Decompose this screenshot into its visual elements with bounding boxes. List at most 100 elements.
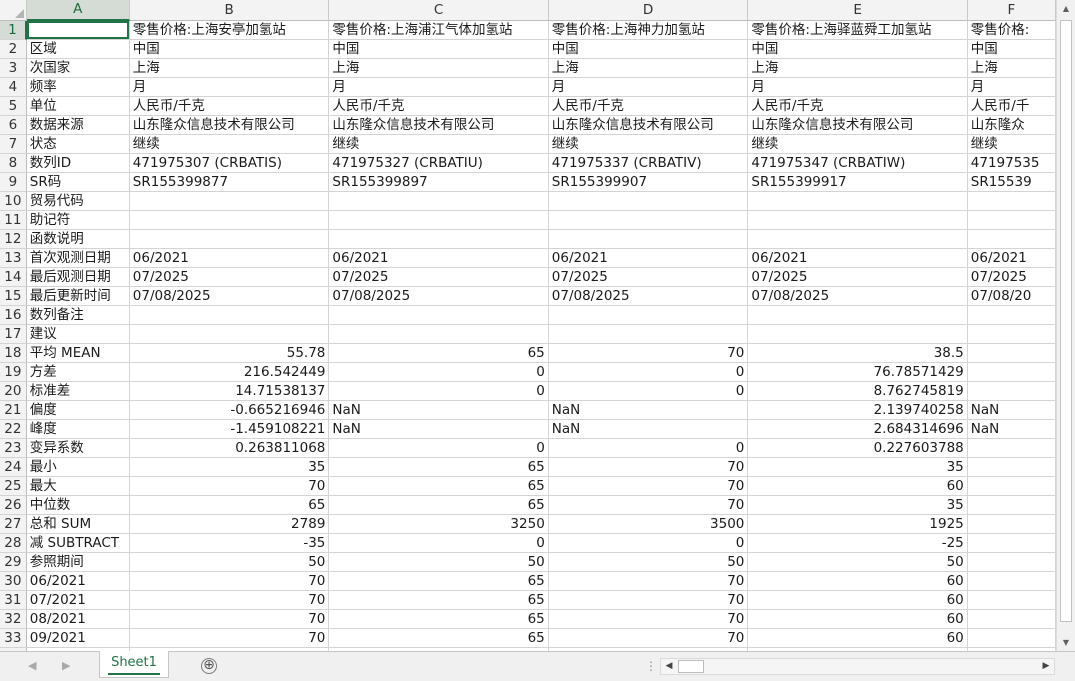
row-header[interactable]: 28 — [0, 534, 27, 553]
cell-f25[interactable] — [967, 477, 1056, 496]
vertical-scroll-thumb[interactable] — [1060, 20, 1072, 622]
row-header[interactable]: 25 — [0, 477, 27, 496]
cell-f23[interactable] — [967, 439, 1056, 458]
cell-e15[interactable]: 07/08/2025 — [748, 287, 968, 306]
row-header[interactable]: 5 — [0, 97, 27, 116]
cell-e26[interactable]: 35 — [748, 496, 968, 515]
cell-d31[interactable]: 70 — [548, 591, 749, 610]
cell-f3[interactable]: 上海 — [967, 59, 1056, 78]
cell-c7[interactable]: 继续 — [329, 135, 549, 154]
row-header[interactable]: 7 — [0, 135, 27, 154]
cell-c8[interactable]: 471975327 (CRBATIU) — [329, 154, 549, 173]
cell-b31[interactable]: 70 — [129, 591, 330, 610]
cell-f31[interactable] — [967, 591, 1056, 610]
cell-d2[interactable]: 中国 — [548, 40, 749, 59]
row-header[interactable]: 9 — [0, 173, 27, 192]
cell-a7[interactable]: 状态 — [26, 135, 130, 154]
row-header[interactable]: 13 — [0, 249, 27, 268]
cell-b11[interactable] — [129, 211, 330, 230]
cell-e5[interactable]: 人民币/千克 — [748, 97, 968, 116]
cell-d7[interactable]: 继续 — [548, 135, 749, 154]
cell-e19[interactable]: 76.78571429 — [748, 363, 968, 382]
cell-b7[interactable]: 继续 — [129, 135, 330, 154]
cell-a16[interactable]: 数列备注 — [26, 306, 130, 325]
row-header[interactable]: 24 — [0, 458, 27, 477]
cell-b33[interactable]: 70 — [129, 629, 330, 648]
cell-b9[interactable]: SR155399877 — [129, 173, 330, 192]
cell-a8[interactable]: 数列ID — [26, 154, 130, 173]
cell-b16[interactable] — [129, 306, 330, 325]
row-header[interactable]: 4 — [0, 78, 27, 97]
cell-b5[interactable]: 人民币/千克 — [129, 97, 330, 116]
cell-f20[interactable] — [967, 382, 1056, 401]
cell-e31[interactable]: 60 — [748, 591, 968, 610]
horizontal-scrollbar[interactable]: ◀ ▶ — [660, 658, 1055, 675]
cell-a11[interactable]: 助记符 — [26, 211, 130, 230]
column-header-d[interactable]: D — [548, 0, 749, 21]
cell-b22[interactable]: -1.459108221 — [129, 420, 330, 439]
scroll-left-icon[interactable]: ◀ — [661, 659, 677, 674]
horizontal-scroll-thumb[interactable] — [678, 660, 704, 673]
row-header[interactable]: 23 — [0, 439, 27, 458]
cell-b3[interactable]: 上海 — [129, 59, 330, 78]
column-header-a[interactable]: A — [26, 0, 130, 21]
cell-d27[interactable]: 3500 — [548, 515, 749, 534]
cell-d19[interactable]: 0 — [548, 363, 749, 382]
cell-d25[interactable]: 70 — [548, 477, 749, 496]
cell-c22[interactable]: NaN — [329, 420, 549, 439]
cell-a30[interactable]: 06/2021 — [26, 572, 130, 591]
cell-b17[interactable] — [129, 325, 330, 344]
cell-b18[interactable]: 55.78 — [129, 344, 330, 363]
cell-a21[interactable]: 偏度 — [26, 401, 130, 420]
cell-e18[interactable]: 38.5 — [748, 344, 968, 363]
row-header[interactable]: 2 — [0, 40, 27, 59]
cell-d10[interactable] — [548, 192, 749, 211]
cell-a13[interactable]: 首次观测日期 — [26, 249, 130, 268]
cell-d1[interactable]: 零售价格:上海神力加氢站 — [548, 21, 749, 40]
row-header[interactable]: 27 — [0, 515, 27, 534]
cell-c5[interactable]: 人民币/千克 — [329, 97, 549, 116]
cell-f28[interactable] — [967, 534, 1056, 553]
cell-b29[interactable]: 50 — [129, 553, 330, 572]
cell-d13[interactable]: 06/2021 — [548, 249, 749, 268]
cell-f13[interactable]: 06/2021 — [967, 249, 1056, 268]
row-header[interactable]: 10 — [0, 192, 27, 211]
cell-e7[interactable]: 继续 — [748, 135, 968, 154]
cell-d32[interactable]: 70 — [548, 610, 749, 629]
cell-f26[interactable] — [967, 496, 1056, 515]
row-header[interactable]: 14 — [0, 268, 27, 287]
cell-e6[interactable]: 山东隆众信息技术有限公司 — [748, 116, 968, 135]
cell-c26[interactable]: 65 — [329, 496, 549, 515]
cell-b10[interactable] — [129, 192, 330, 211]
cell-e4[interactable]: 月 — [748, 78, 968, 97]
row-header[interactable]: 32 — [0, 610, 27, 629]
cell-c12[interactable] — [329, 230, 549, 249]
cell-a27[interactable]: 总和 SUM — [26, 515, 130, 534]
column-header-b[interactable]: B — [129, 0, 330, 21]
row-header[interactable]: 30 — [0, 572, 27, 591]
cell-f27[interactable] — [967, 515, 1056, 534]
cell-f18[interactable] — [967, 344, 1056, 363]
row-header[interactable]: 16 — [0, 306, 27, 325]
next-sheet-icon[interactable]: ▶ — [62, 659, 70, 672]
row-header[interactable]: 29 — [0, 553, 27, 572]
select-all-corner[interactable] — [0, 0, 27, 21]
cell-a2[interactable]: 区域 — [26, 40, 130, 59]
cell-d16[interactable] — [548, 306, 749, 325]
row-header[interactable]: 20 — [0, 382, 27, 401]
cell-c21[interactable]: NaN — [329, 401, 549, 420]
scroll-right-icon[interactable]: ▶ — [1038, 659, 1054, 674]
cell-e8[interactable]: 471975347 (CRBATIW) — [748, 154, 968, 173]
cell-e16[interactable] — [748, 306, 968, 325]
cell-f12[interactable] — [967, 230, 1056, 249]
row-header[interactable]: 19 — [0, 363, 27, 382]
cell-e13[interactable]: 06/2021 — [748, 249, 968, 268]
column-header-f[interactable]: F — [967, 0, 1056, 21]
column-header-e[interactable]: E — [748, 0, 968, 21]
cell-e24[interactable]: 35 — [748, 458, 968, 477]
cell-f14[interactable]: 07/2025 — [967, 268, 1056, 287]
tab-sheet1[interactable]: Sheet1 — [99, 651, 169, 678]
cell-b4[interactable]: 月 — [129, 78, 330, 97]
cell-b19[interactable]: 216.542449 — [129, 363, 330, 382]
cell-a20[interactable]: 标准差 — [26, 382, 130, 401]
